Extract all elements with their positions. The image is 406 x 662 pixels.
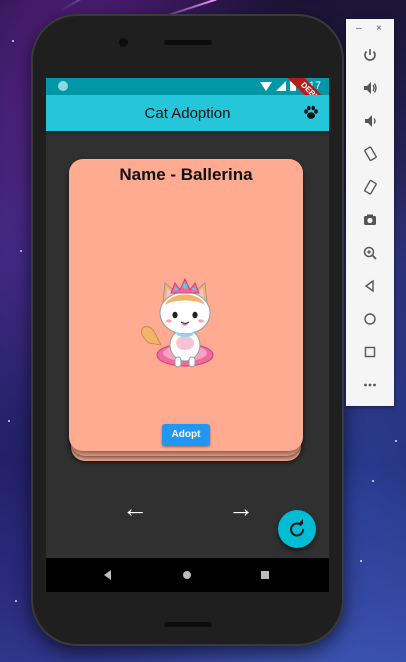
- overview-icon: [364, 346, 376, 358]
- earpiece-speaker: [164, 40, 212, 45]
- zoom-button[interactable]: [358, 241, 382, 265]
- power-button[interactable]: [358, 43, 382, 67]
- power-icon: [364, 49, 376, 61]
- back-button[interactable]: [358, 274, 382, 298]
- app-bar: Cat Adoption: [46, 95, 329, 131]
- overview-button[interactable]: [358, 340, 382, 364]
- cat-ballerina-illustration: [141, 277, 214, 368]
- notification-icon: [58, 81, 68, 91]
- app-title: Cat Adoption: [144, 105, 231, 122]
- volume-up-button[interactable]: [358, 76, 382, 100]
- zoom-icon: [363, 246, 377, 260]
- screenshot-button[interactable]: [358, 208, 382, 232]
- rotate-right-button[interactable]: [358, 175, 382, 199]
- phone-screen: 3:17 DEBUG Cat Adoption Name - Ballerina: [46, 78, 329, 592]
- paw-icon[interactable]: [303, 105, 319, 125]
- rotate-left-button[interactable]: [358, 142, 382, 166]
- volume-down-button[interactable]: [358, 109, 382, 133]
- nav-recents-icon[interactable]: [261, 571, 269, 579]
- volume-up-icon: [364, 82, 377, 94]
- rotate-right-icon: [364, 179, 377, 195]
- more-icon: [364, 383, 376, 387]
- toolbar-window-controls: – ×: [346, 23, 394, 37]
- signal-icon: [275, 81, 286, 91]
- system-nav-bar: [46, 558, 329, 592]
- emulator-toolbar: – ×: [346, 19, 394, 406]
- cat-card[interactable]: Name - Ballerina Adopt: [69, 159, 303, 451]
- camera-icon: [364, 214, 376, 225]
- home-button[interactable]: [358, 307, 382, 331]
- wifi-icon: [259, 81, 272, 91]
- rotate-left-icon: [364, 146, 377, 162]
- back-icon: [364, 279, 374, 293]
- cat-name: Name - Ballerina: [119, 165, 253, 184]
- bottom-speaker: [164, 622, 212, 627]
- home-icon: [364, 313, 376, 325]
- volume-down-icon: [365, 115, 376, 127]
- adopt-button[interactable]: Adopt: [162, 424, 210, 446]
- minimize-button[interactable]: –: [356, 23, 362, 34]
- nav-back-icon[interactable]: [104, 570, 111, 580]
- front-camera: [119, 38, 128, 47]
- refresh-icon: [290, 519, 304, 537]
- refresh-fab[interactable]: [278, 510, 316, 548]
- close-button[interactable]: ×: [376, 23, 382, 34]
- next-cat-arrow[interactable]: →: [228, 495, 254, 521]
- status-bar: 3:17 DEBUG: [46, 78, 329, 123]
- phone-frame: 3:17 DEBUG Cat Adoption Name - Ballerina: [31, 14, 344, 646]
- previous-cat-arrow[interactable]: ←: [122, 495, 148, 521]
- nav-home-icon[interactable]: [183, 571, 191, 579]
- more-button[interactable]: [358, 373, 382, 397]
